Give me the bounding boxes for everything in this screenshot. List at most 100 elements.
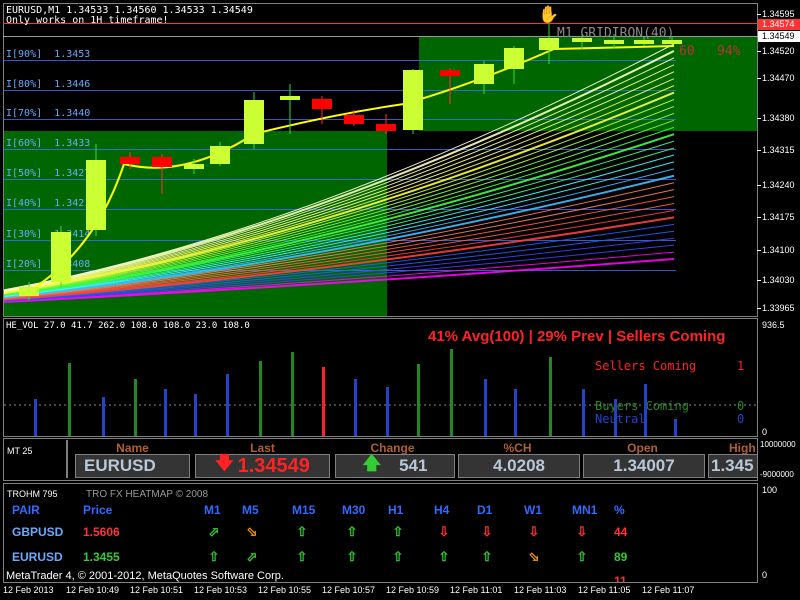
up-arrow-icon: ⇧: [392, 524, 404, 539]
table-divider: [66, 440, 68, 478]
hm-header-tf: M30: [342, 503, 366, 517]
bear-candle: [376, 124, 396, 131]
heatmap-scale-bottom: 0: [762, 570, 768, 580]
indicator-value: 60: [679, 44, 695, 59]
price-scale-label: 1.34175: [762, 212, 795, 222]
volume-bars-svg: [4, 349, 757, 436]
red-price-tag: 1.34574: [758, 19, 800, 30]
header-pct-change: %CH: [503, 441, 532, 455]
market-pane-label: MT 25: [7, 446, 33, 456]
up-right-arrow-icon: ⬀: [208, 524, 220, 539]
volume-bar: [484, 379, 487, 436]
bull-candle: [244, 100, 264, 144]
volume-bar: [322, 367, 325, 385]
indicator-label: M1 GRIDIRON(40): [557, 26, 675, 41]
cell-high: 1.345: [708, 454, 758, 478]
cell-pct-change: 4.0208: [458, 454, 580, 478]
hm-header-tf: D1: [477, 503, 493, 517]
time-axis-label: 12 Feb 11:01: [450, 585, 503, 595]
price-chart-svg: [4, 24, 682, 303]
down-right-arrow-icon: ⬂: [246, 524, 258, 539]
up-right-arrow-icon: ⬀: [246, 549, 258, 564]
cell-last: 🡇 1.34549: [195, 453, 330, 478]
price-scale-label: 1.34595: [762, 9, 795, 19]
copyright: MetaTrader 4, © 2001-2012, MetaQuotes So…: [6, 570, 284, 582]
volume-bar: [514, 389, 517, 436]
up-arrow-icon: ⇧: [438, 549, 450, 564]
hm-header-tf: H1: [388, 503, 404, 517]
price-scale-label: 1.34100: [762, 245, 795, 255]
volume-bar: [674, 419, 677, 436]
time-axis-label: 12 Feb 10:59: [386, 585, 440, 595]
timeframe-note: Only works on 1H timeframe!: [6, 15, 169, 26]
heatmap-title: TRO FX HEATMAP © 2008: [86, 489, 209, 500]
volume-bar: [68, 363, 71, 436]
cell-pct-change-text: 4.0208: [493, 456, 545, 475]
hm-header-tf: M15: [292, 503, 316, 517]
time-axis-label: 12 Feb 10:55: [258, 585, 312, 595]
main-trend-line: [23, 45, 675, 295]
bear-candle: [312, 99, 332, 109]
cell-last-text: 1.34549: [237, 454, 310, 477]
header-change: Change: [370, 441, 415, 455]
volume-bar: [134, 379, 137, 436]
down-arrow-icon: ⇩: [576, 524, 588, 539]
up-arrow-icon: ⇧: [346, 549, 358, 564]
volume-bar: [259, 361, 262, 436]
time-axis-label: 12 Feb 10:51: [130, 585, 184, 595]
bull-candle: [86, 160, 106, 230]
down-arrow-icon: ⇩: [481, 524, 493, 539]
bull-candle: [474, 64, 494, 84]
heatmap-scale-top: 100: [762, 485, 778, 495]
up-arrow-icon: ⇧: [576, 549, 588, 564]
volume-bar: [582, 389, 585, 436]
bull-candle: [184, 164, 204, 169]
hm-row-1-pair: EURUSD: [12, 550, 63, 564]
bull-candle: [504, 48, 524, 69]
price-scale-label: 1.33965: [762, 303, 795, 313]
price-scale-label: 1.34030: [762, 275, 795, 285]
volume-bar: [549, 357, 552, 436]
volume-bar: [386, 387, 389, 436]
time-axis-label: 12 Feb 11:03: [514, 585, 567, 595]
cell-change-text: 541: [399, 456, 428, 475]
down-right-arrow-icon: ⬂: [528, 549, 540, 564]
current-price-tag: 1.34549: [758, 31, 800, 42]
volume-scale-top: 936.5: [762, 320, 785, 330]
hm-row-0-pct: 44: [614, 525, 628, 539]
price-scale-label: 1.34315: [762, 145, 795, 155]
hand-icon: ✋: [538, 5, 560, 24]
hm-header-tf: MN1: [572, 503, 598, 517]
hm-row-1-pct: 89: [614, 550, 628, 564]
hm-row-0-price: 1.5606: [83, 525, 120, 539]
volume-bar: [644, 384, 647, 436]
bear-candle: [344, 115, 364, 124]
bull-candle: [280, 96, 300, 100]
time-axis-label: 12 Feb 11:07: [642, 585, 695, 595]
price-scale-label: 1.34240: [762, 180, 795, 190]
down-arrow-icon: ⇩: [528, 524, 540, 539]
up-arrow-icon: ⇧: [481, 549, 493, 564]
hm-header-tf: H4: [434, 503, 450, 517]
volume-bar: [34, 399, 37, 436]
market-scale-bottom: -9000000: [760, 470, 794, 479]
volume-bar: [417, 364, 420, 436]
hm-header-tf: W1: [524, 503, 542, 517]
down-arrow-icon: 🡇: [215, 453, 234, 473]
price-scale-label: 1.34520: [762, 46, 795, 56]
time-axis-label: 12 Feb 10:49: [66, 585, 120, 595]
bull-candle: [19, 287, 39, 296]
down-arrow-icon: ⇩: [438, 524, 450, 539]
up-arrow-icon: ⇧: [296, 524, 308, 539]
volume-bar: [194, 394, 197, 436]
volume-bar: [164, 389, 167, 436]
volume-bar: [354, 379, 357, 436]
volume-bar: [291, 352, 294, 436]
volume-bar: [614, 399, 617, 436]
time-axis-label: 12 Feb 10:57: [322, 585, 376, 595]
hm-row-0-pair: GBPUSD: [12, 525, 64, 539]
cell-high-text: 1.345: [711, 456, 754, 475]
hm-header-tf: M5: [242, 503, 259, 517]
up-arrow-icon: ⇧: [208, 549, 220, 564]
market-scale-top: 10000000: [760, 440, 796, 449]
